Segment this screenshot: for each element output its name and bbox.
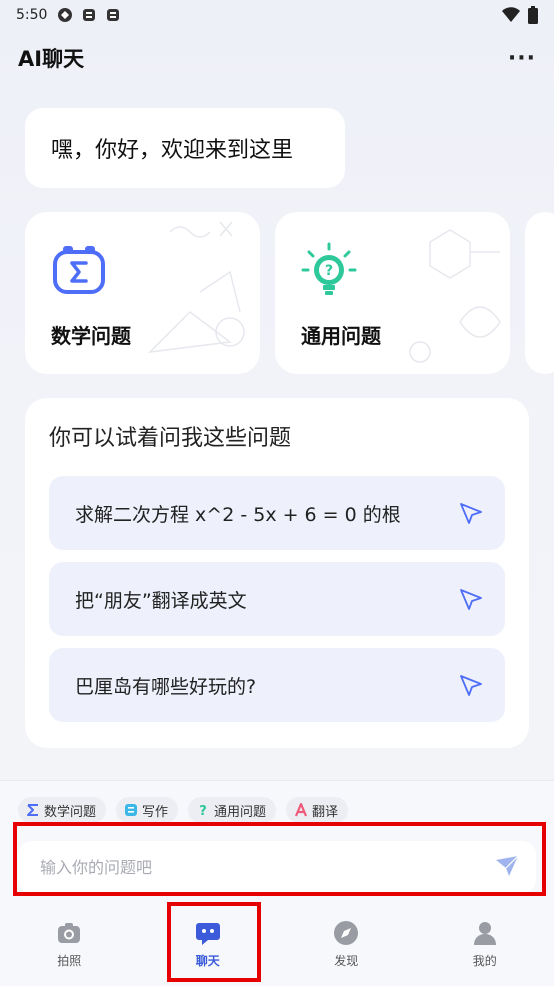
tab-label: 我的 — [472, 954, 497, 968]
suggestion-item[interactable]: 巴厘岛有哪些好玩的? — [49, 648, 505, 722]
chip-translate[interactable]: 翻译 — [286, 797, 349, 823]
send-icon[interactable] — [459, 501, 483, 525]
chip-label: 数学问题 — [44, 804, 97, 820]
tab-label: 拍照 — [57, 954, 82, 968]
suggestion-item[interactable]: 求解二次方程 x^2 - 5x + 6 = 0 的根 — [49, 476, 505, 550]
quick-chips: 数学问题 写作 ? 通用问题 翻译 — [18, 797, 349, 823]
suggestion-item[interactable]: 把“朋友”翻译成英文 — [49, 562, 505, 636]
compass-icon — [334, 921, 359, 945]
math-sigma-icon — [53, 246, 105, 294]
sigma-icon — [27, 804, 38, 816]
tab-chat[interactable]: 聊天 — [139, 904, 278, 986]
battery-icon — [528, 6, 538, 24]
question-bulb-icon: ? — [301, 242, 357, 295]
feature-label: 数学问题 — [51, 324, 131, 348]
send-icon[interactable] — [459, 673, 483, 697]
status-bar: 5:50 — [0, 0, 554, 30]
greeting-bubble: 嘿，你好，欢迎来到这里 — [25, 108, 345, 188]
app-notification-icon — [58, 8, 73, 22]
chip-label: 翻译 — [312, 804, 339, 820]
feature-card-math[interactable]: 数学问题 — [25, 212, 260, 374]
send-button-icon[interactable] — [494, 854, 520, 880]
user-icon — [473, 922, 496, 945]
question-icon: ? — [199, 804, 207, 817]
notification-icon — [107, 9, 120, 21]
chip-write[interactable]: 写作 — [116, 797, 179, 823]
chip-general[interactable]: ? 通用问题 — [188, 797, 277, 823]
suggestions-title: 你可以试着问我这些问题 — [49, 426, 292, 451]
suggestion-text: 求解二次方程 x^2 - 5x + 6 = 0 的根 — [75, 503, 401, 526]
feature-card-general[interactable]: ? 通用问题 — [275, 212, 510, 374]
question-input[interactable] — [40, 857, 494, 877]
tab-mine[interactable]: 我的 — [416, 904, 554, 986]
chip-math[interactable]: 数学问题 — [18, 797, 107, 823]
chip-label: 通用问题 — [214, 804, 267, 820]
suggestion-text: 巴厘岛有哪些好玩的? — [75, 675, 257, 698]
wifi-icon — [502, 7, 520, 22]
svg-text:?: ? — [199, 804, 207, 817]
tab-camera[interactable]: 拍照 — [0, 904, 139, 986]
write-icon — [125, 804, 138, 816]
app-header: AI聊天 ··· — [0, 38, 554, 78]
decorative-background-icon — [409, 229, 501, 363]
suggestion-text: 把“朋友”翻译成英文 — [75, 589, 247, 612]
chat-icon — [195, 923, 220, 945]
more-options-button[interactable]: ··· — [508, 46, 536, 71]
page-title: AI聊天 — [18, 47, 85, 71]
question-input-box — [18, 841, 536, 893]
decorative-background-icon — [147, 221, 245, 354]
feature-label: 通用问题 — [301, 324, 381, 348]
suggestions-panel: 你可以试着问我这些问题 求解二次方程 x^2 - 5x + 6 = 0 的根 把… — [25, 398, 529, 748]
translate-icon — [295, 803, 308, 817]
notification-icon — [83, 9, 96, 21]
svg-text:?: ? — [325, 263, 333, 279]
send-icon[interactable] — [459, 587, 483, 611]
tab-label: 发现 — [334, 954, 359, 968]
feature-card-partial[interactable] — [525, 212, 554, 374]
status-time: 5:50 — [16, 7, 48, 23]
chip-label: 写作 — [142, 804, 169, 820]
tab-discover[interactable]: 发现 — [277, 904, 416, 986]
bottom-tab-bar: 拍照 聊天 发现 我的 — [0, 904, 554, 986]
tab-label: 聊天 — [195, 954, 220, 968]
camera-icon — [58, 923, 81, 943]
